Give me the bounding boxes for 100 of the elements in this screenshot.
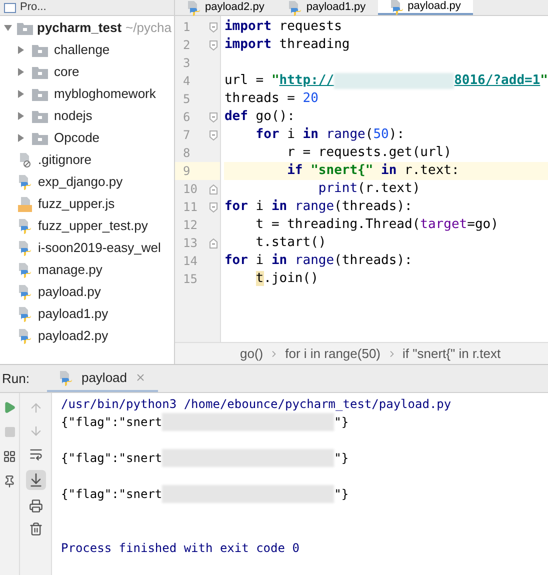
editor-tab[interactable]: payload.py	[378, 0, 473, 15]
fold-marker-icon[interactable]	[209, 112, 218, 122]
code-line: def go():	[224, 108, 295, 126]
python-file-icon	[18, 262, 32, 278]
collapsed-arrow-icon[interactable]	[16, 45, 26, 55]
panel-title: Pro...	[20, 0, 46, 16]
code-line: t = threading.Thread(target=go)	[254, 216, 498, 234]
code-line: for i in range(50):	[254, 126, 405, 144]
line-number: 4	[183, 73, 190, 90]
console-text: /usr/bin/python3 /home/ebounce/pycharm_test/payload.py	[61, 396, 452, 413]
fold-marker-icon[interactable]	[209, 22, 218, 32]
code-line: if "snert{" in r.text:	[286, 162, 460, 180]
line-number: 15	[183, 271, 198, 288]
tree-item[interactable]: fuzz_upper_test.py	[38, 216, 148, 236]
run-label: Run:	[1, 370, 30, 388]
collapsed-arrow-icon[interactable]	[16, 67, 26, 77]
console-text: {"flag":"snert	[61, 414, 162, 431]
python-file-icon	[18, 284, 32, 300]
line-number: 12	[183, 217, 198, 234]
line-number: 8	[183, 145, 190, 162]
code-line: t.join()	[254, 270, 318, 288]
editor-tab[interactable]: payload1.py	[276, 0, 378, 15]
breadcrumb[interactable]: for i in range(50)	[285, 344, 381, 364]
line-number: 6	[183, 109, 190, 126]
js-file-icon	[18, 196, 32, 212]
line-number: 13	[183, 235, 198, 252]
line-number: 10	[183, 181, 198, 198]
python-file-icon	[59, 370, 74, 386]
project-icon	[4, 2, 16, 12]
run-icon[interactable]	[3, 401, 16, 414]
tree-item[interactable]: fuzz_upper.js	[38, 194, 115, 214]
python-file-icon	[18, 306, 32, 322]
python-file-icon	[18, 328, 32, 344]
folder-icon	[32, 110, 48, 122]
breadcrumb[interactable]: go()	[240, 344, 264, 364]
folder-icon	[32, 66, 48, 78]
code-line: import requests	[224, 18, 342, 36]
code-line: import threading	[224, 36, 350, 54]
code-line: for i in range(threads):	[224, 252, 412, 270]
project-path: ~/pycha	[126, 19, 172, 38]
tree-item[interactable]: manage.py	[38, 260, 102, 280]
code-line: r = requests.get(url)	[286, 144, 452, 162]
console-text: {"flag":"snert	[61, 486, 162, 503]
line-number: 2	[183, 37, 190, 54]
console-text: Process finished with exit code 0	[61, 540, 300, 557]
fold-marker-icon[interactable]	[209, 184, 218, 194]
folder-icon	[32, 132, 48, 144]
expanded-arrow-icon[interactable]	[3, 23, 13, 33]
folder-icon	[17, 22, 33, 34]
line-number: 1	[183, 19, 190, 36]
line-number: 14	[183, 253, 198, 270]
python-file-icon	[18, 218, 32, 234]
layout-icon[interactable]	[3, 450, 16, 463]
tree-item[interactable]: challenge	[54, 40, 110, 60]
collapsed-arrow-icon[interactable]	[16, 89, 26, 99]
fold-marker-icon[interactable]	[209, 202, 218, 212]
code-line: url = "http:// 8016/?add=1"	[224, 72, 548, 91]
run-tab[interactable]: payload	[47, 365, 158, 392]
close-icon[interactable]	[135, 372, 146, 383]
fold-marker-icon[interactable]	[209, 40, 218, 50]
console-text: "}	[334, 414, 349, 431]
tree-item[interactable]: Opcode	[54, 128, 100, 148]
line-number: 7	[183, 127, 190, 144]
code-line: threads = 20	[224, 90, 318, 108]
collapsed-arrow-icon[interactable]	[16, 133, 26, 143]
python-file-icon	[18, 240, 32, 256]
code-line: print(r.text)	[317, 180, 420, 198]
tree-item[interactable]: pycharm_test	[37, 18, 122, 38]
tree-item[interactable]: i-soon2019-easy_wel	[38, 238, 161, 258]
console-text: "}	[334, 486, 349, 503]
line-number: 5	[183, 91, 190, 108]
line-number: 9	[183, 163, 190, 180]
ignored-file-icon	[18, 152, 32, 168]
console-text: "}	[334, 450, 349, 467]
pin-icon[interactable]	[3, 475, 16, 488]
breadcrumb[interactable]: if "snert{" in r.text	[402, 344, 501, 364]
python-file-icon	[18, 174, 32, 190]
soft-wrap-icon[interactable]	[28, 447, 42, 461]
tree-item[interactable]: nodejs	[54, 106, 92, 126]
editor-tab[interactable]: payload2.py	[175, 0, 276, 15]
tree-item[interactable]: core	[54, 62, 80, 82]
line-number: 11	[183, 199, 198, 216]
collapsed-arrow-icon[interactable]	[16, 111, 26, 121]
code-line: for i in range(threads):	[224, 198, 412, 216]
code-line: t.start()	[254, 234, 326, 252]
tree-item[interactable]: mybloghomework	[54, 84, 156, 104]
fold-marker-icon[interactable]	[209, 238, 218, 248]
line-number: 3	[183, 55, 190, 72]
print-icon[interactable]	[28, 499, 42, 513]
tree-item[interactable]: payload1.py	[38, 304, 108, 324]
folder-icon	[32, 44, 48, 56]
trash-icon[interactable]	[28, 522, 42, 536]
tree-item[interactable]: exp_django.py	[38, 172, 123, 192]
tree-item[interactable]: .gitignore	[38, 150, 92, 170]
tree-item[interactable]: payload2.py	[38, 326, 108, 346]
console-text: {"flag":"snert	[61, 450, 162, 467]
tree-item[interactable]: payload.py	[38, 282, 101, 302]
scroll-to-end-icon[interactable]	[26, 470, 46, 490]
fold-marker-icon[interactable]	[209, 130, 218, 140]
folder-icon	[32, 88, 48, 100]
